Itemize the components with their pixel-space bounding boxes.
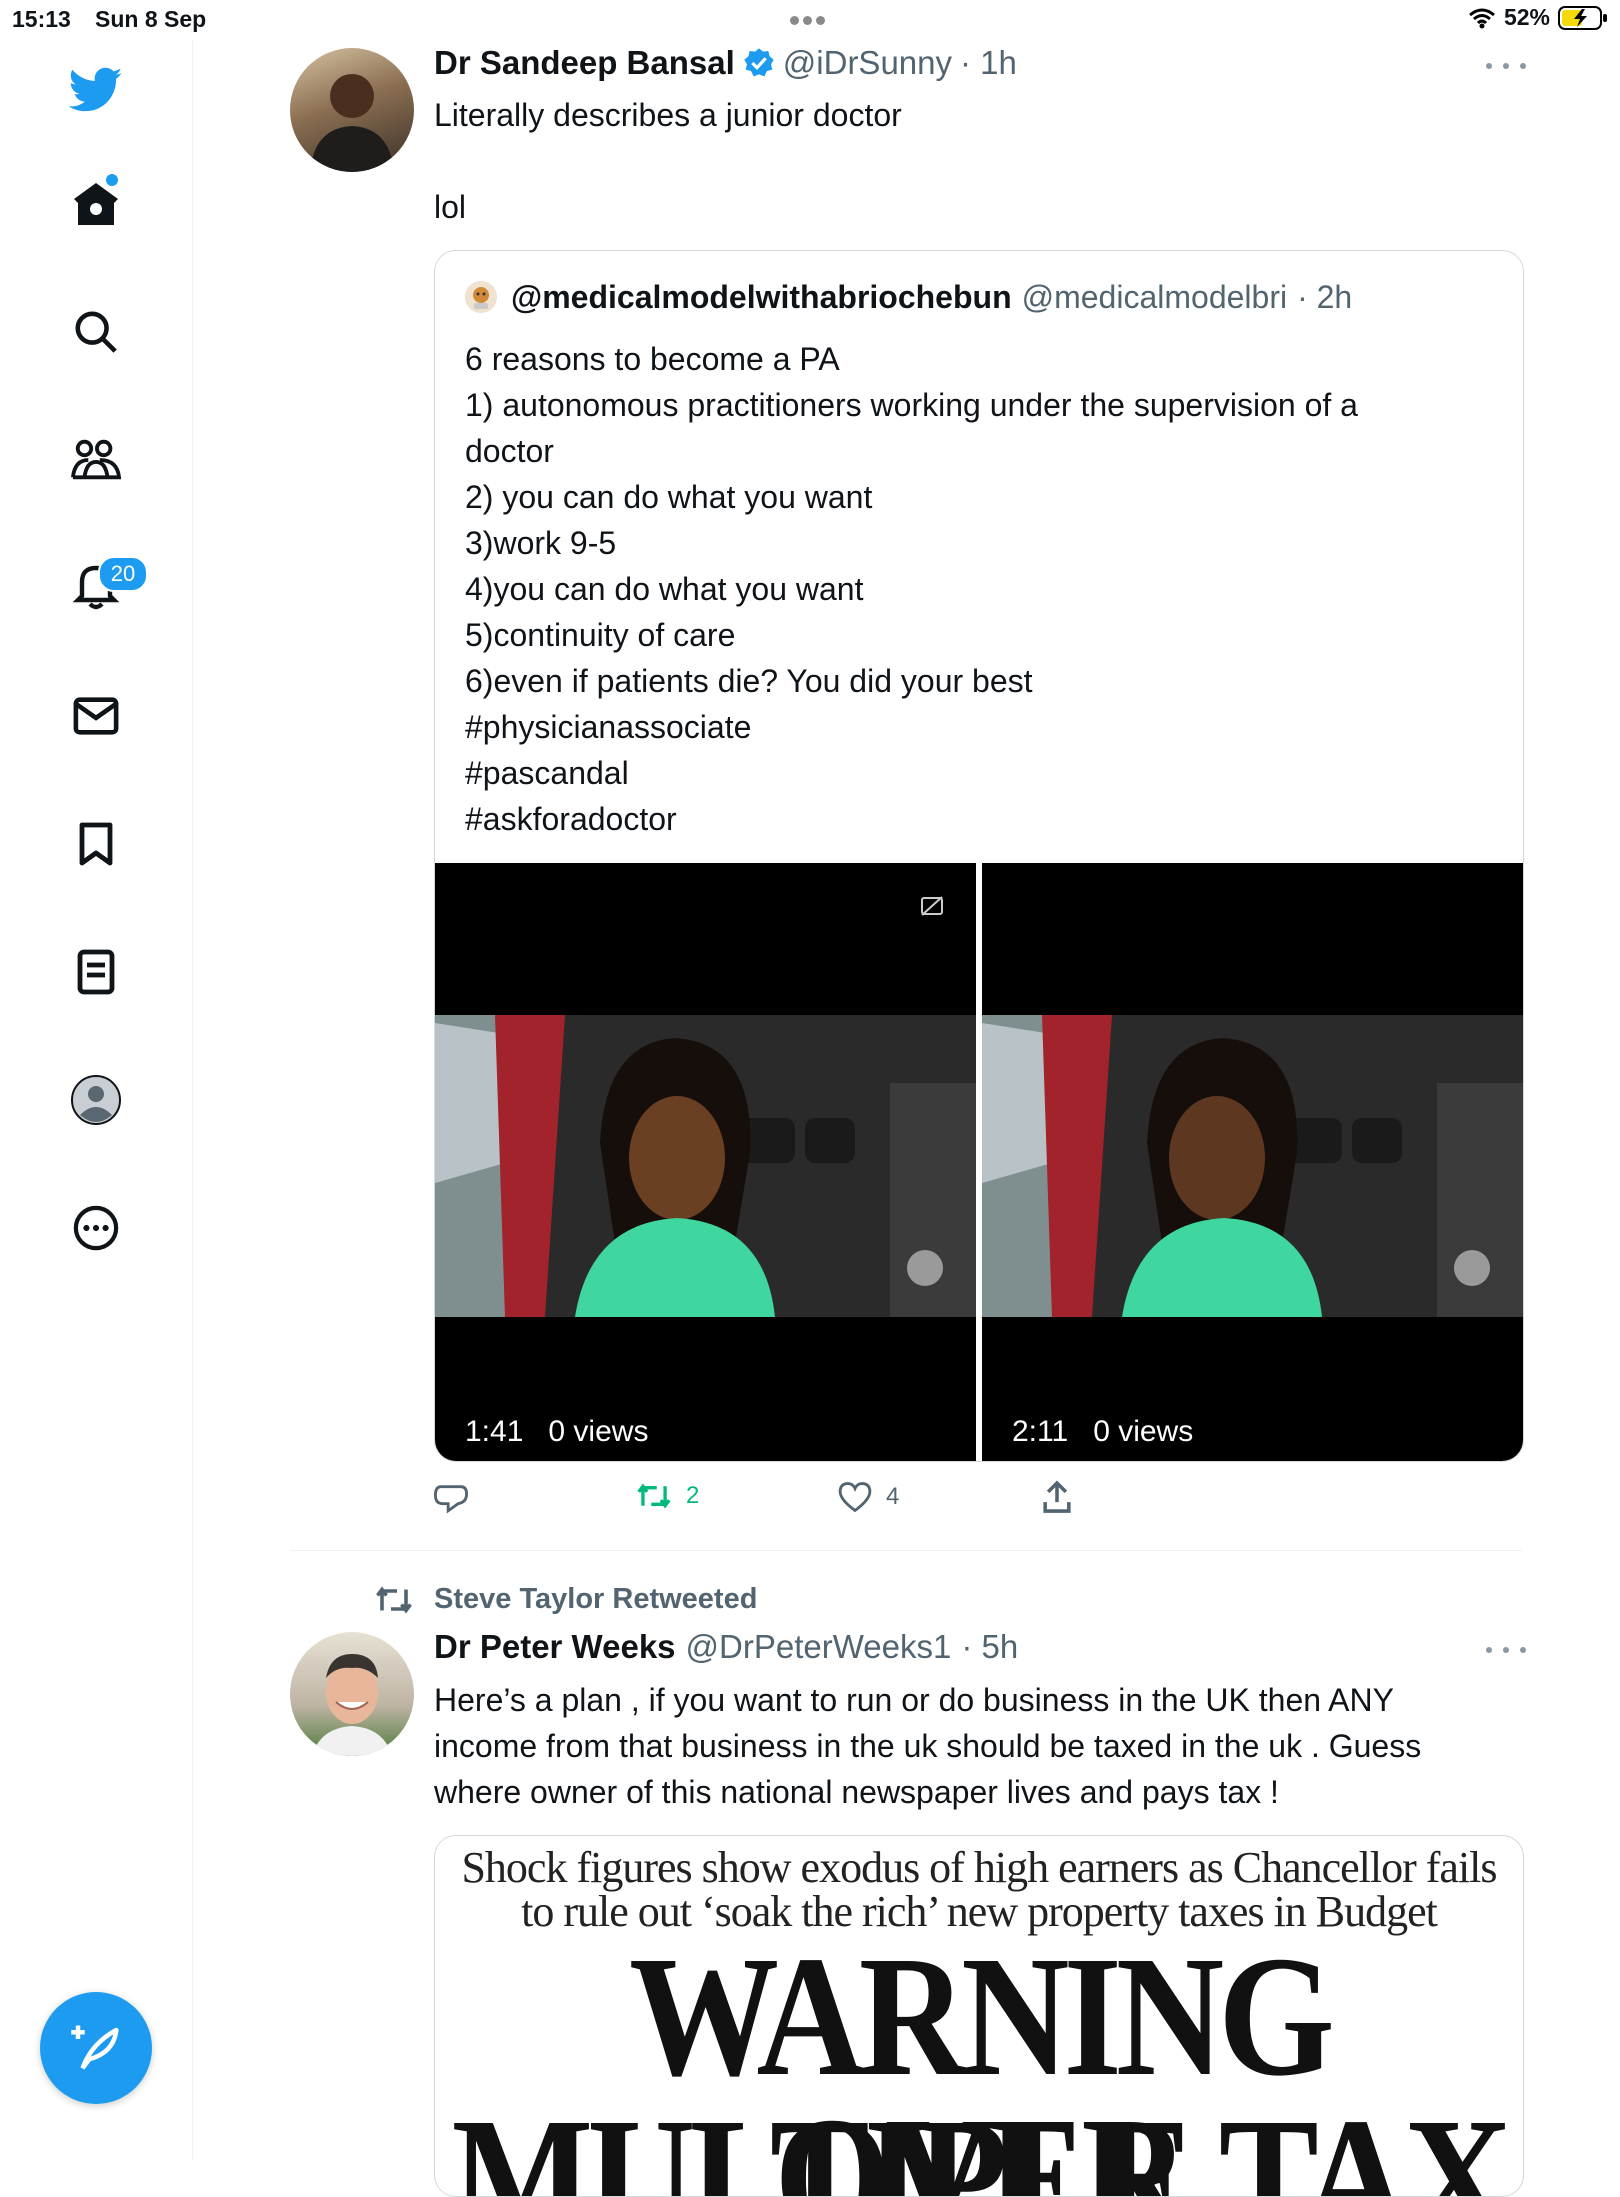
quoted-text-line: 5)continuity of care [465,617,736,653]
newspaper-subheading: Shock figures show exodus of high earner… [461,1843,1497,1892]
tweet-header: Dr Sandeep Bansal @iDrSunny · 1h [434,44,1017,82]
status-date: Sun 8 Sep [95,6,207,32]
status-bar: 15:13 Sun 8 Sep 52% [0,0,1620,40]
reply-button[interactable] [434,1482,468,1514]
share-upload-icon [1043,1480,1071,1513]
retweet-icon [637,1483,671,1509]
video-info: 1:41 0 views [465,1415,648,1449]
retweet-button[interactable]: 2 [636,1482,699,1510]
profile-avatar-icon[interactable] [68,1072,124,1128]
quoted-text-line: 1) autonomous practitioners working unde… [465,387,1358,423]
retweeted-by-row[interactable]: Steve Taylor Retweeted [374,1583,757,1616]
tweet-header: Dr Peter Weeks @DrPeterWeeks1 · 5h [434,1628,1018,1666]
tweet-divider [290,1550,1522,1551]
battery-charging-icon [1558,5,1607,30]
hashtag-link[interactable]: #askforadoctor [465,796,677,842]
multitasking-dots-icon[interactable] [788,12,827,30]
retweet-count: 2 [686,1482,700,1509]
quoted-text-line: 2) you can do what you want [465,479,873,515]
video-views: 0 views [548,1415,649,1448]
messages-mail-icon[interactable] [68,688,124,744]
tweet-author-avatar[interactable] [290,1632,414,1756]
video-duration: 2:11 [1012,1415,1069,1448]
tweet-text-line: Here’s a plan , if you want to run or do… [434,1682,1394,1718]
verified-badge-icon [744,48,774,77]
tweet-time[interactable]: · 5h [961,1628,1018,1666]
search-icon[interactable] [68,304,124,360]
video-info: 2:11 0 views [1012,1415,1193,1449]
tweet-text-line: where owner of this national newspaper l… [434,1774,1279,1810]
communities-icon[interactable] [68,432,124,488]
quoted-author-handle: @medicalmodelbri [1021,279,1288,315]
author-name[interactable]: Dr Sandeep Bansal [434,44,735,82]
quoted-text-line: 6 reasons to become a PA [465,341,840,377]
status-time: 15:13 [12,6,71,32]
quoted-text-line: 4)you can do what you want [465,571,864,607]
quoted-tweet-time: · 2h [1297,279,1353,315]
hashtag-link[interactable]: #pascandal [465,750,629,796]
author-handle[interactable]: @DrPeterWeeks1 [686,1628,952,1666]
quoted-tweet-card[interactable]: @medicalmodelwithabriochebun @medicalmod… [434,250,1524,1462]
compose-feather-icon [71,2025,119,2070]
captions-off-icon[interactable] [920,895,944,917]
retweet-small-icon [376,1586,412,1613]
more-options-circle-icon[interactable] [68,1200,124,1256]
quoted-author-name: @medicalmodelwithabriochebun [511,279,1012,315]
twitter-logo-icon[interactable] [68,62,124,118]
compose-tweet-button[interactable] [40,1992,152,2104]
tweet-more-options-icon[interactable] [1486,1640,1526,1660]
quoted-text-line: doctor [465,433,554,469]
quoted-tweet-header: @medicalmodelwithabriochebun @medicalmod… [511,279,1352,316]
tweet-author-avatar[interactable] [290,48,414,172]
author-handle[interactable]: @iDrSunny [783,44,952,82]
tweet-time[interactable]: · 1h [960,44,1017,82]
author-name[interactable]: Dr Peter Weeks [434,1628,676,1666]
home-unread-dot [106,174,118,186]
wifi-icon [1468,8,1495,28]
like-count: 4 [886,1483,900,1510]
tweet-text-line: income from that business in the uk shou… [434,1728,1422,1764]
notifications-badge: 20 [98,556,148,592]
battery-percent: 52% [1503,4,1550,30]
video-views: 0 views [1093,1415,1194,1448]
video-thumbnail[interactable]: 2:11 0 views [982,863,1523,1461]
quoted-text-line: 3)work 9-5 [465,525,617,561]
like-button[interactable]: 4 [838,1482,899,1512]
reply-icon [434,1485,468,1514]
quoted-author-avatar [465,281,497,313]
share-button[interactable] [1042,1480,1072,1514]
tweet-text-line: lol [434,189,467,225]
tweet-text-line: Literally describes a junior doctor [434,97,902,133]
retweeted-by-label: Steve Taylor Retweeted [434,1583,758,1615]
video-thumbnail[interactable]: 1:41 0 views [435,863,976,1461]
heart-icon [838,1482,872,1512]
status-right: 52% [1468,4,1608,31]
newspaper-headline: MULTIPLE TAX [451,2083,1513,2197]
hashtag-link[interactable]: #physicianassociate [465,704,751,750]
bookmarks-icon[interactable] [68,816,124,872]
quoted-text-line: 6)even if patients die? You did your bes… [465,663,1033,699]
video-duration: 1:41 [465,1415,524,1448]
newspaper-image[interactable]: Shock figures show exodus of high earner… [434,1835,1524,2197]
lists-icon[interactable] [68,944,124,1000]
tweet-more-options-icon[interactable] [1486,56,1526,76]
